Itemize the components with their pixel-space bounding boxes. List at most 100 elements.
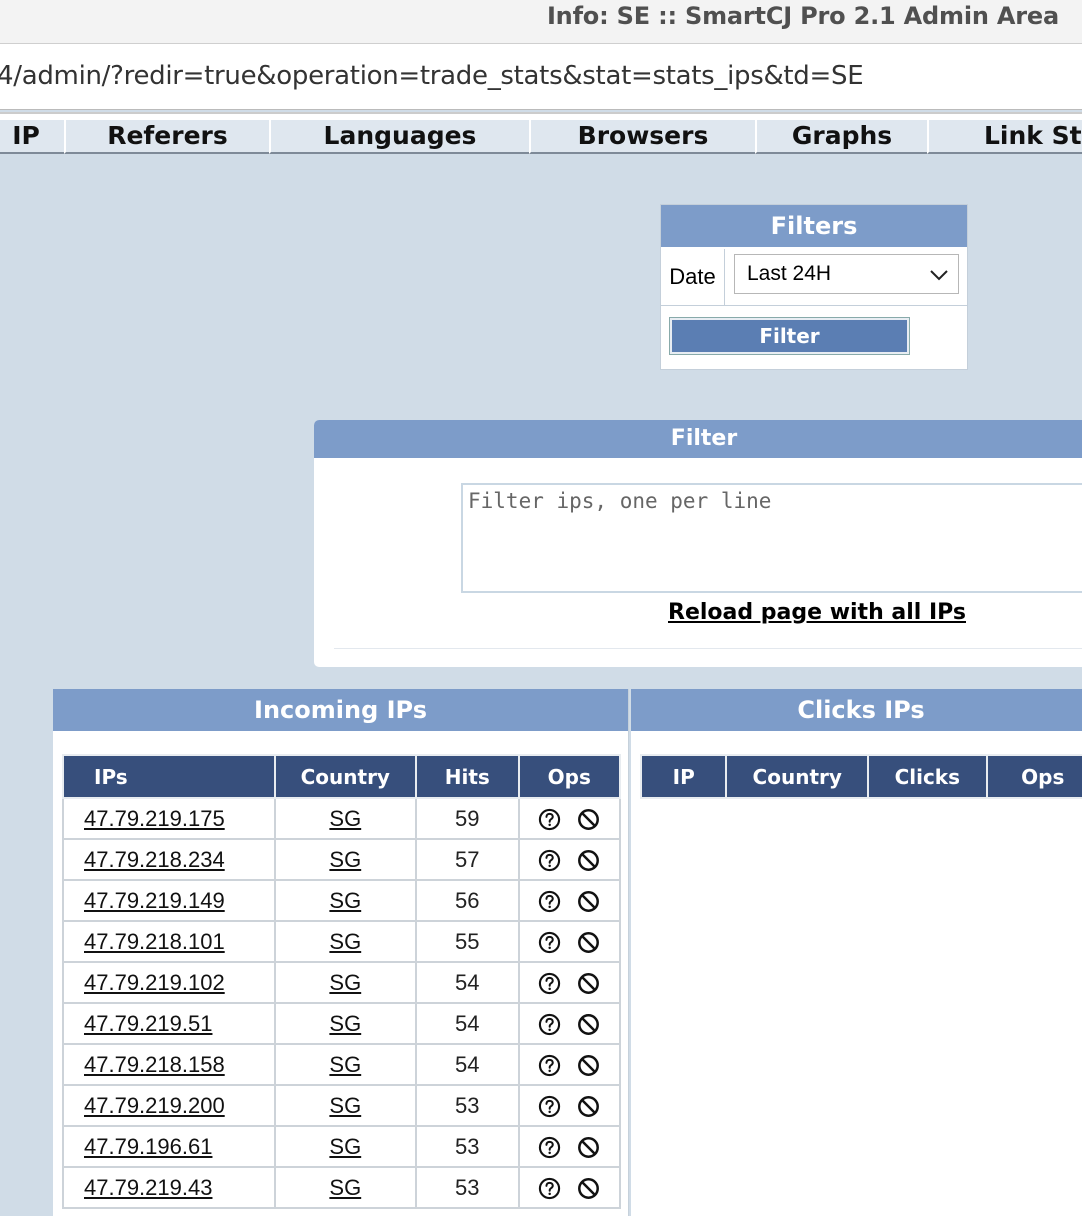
reload-all-ips-link[interactable]: Reload page with all IPs [668,600,966,625]
country-link[interactable]: SG [329,1011,361,1036]
question-circle-icon[interactable] [538,1054,561,1077]
table-row: 47.79.219.51 SG 54 [62,1002,622,1045]
question-circle-icon[interactable] [538,808,561,831]
country-link[interactable]: SG [329,929,361,954]
table-row: 47.79.219.102 SG 54 [62,961,622,1004]
hits-cell: 56 [415,879,520,922]
ip-cell: 47.79.196.61 [62,1125,276,1168]
address-url[interactable]: 4/admin/?redir=true&operation=trade_stat… [0,61,864,91]
ip-link[interactable]: 47.79.219.200 [84,1093,225,1118]
question-circle-icon[interactable] [538,931,561,954]
tab-ip[interactable]: IP [0,118,66,154]
ban-icon[interactable] [577,972,600,995]
country-link[interactable]: SG [329,1093,361,1118]
ban-icon[interactable] [577,1013,600,1036]
ban-icon[interactable] [577,1054,600,1077]
ip-link[interactable]: 47.79.219.175 [84,806,225,831]
hits-cell: 54 [415,1002,520,1045]
table-row: 47.79.219.43 SG 53 [62,1166,622,1209]
hits-cell: 53 [415,1084,520,1127]
column-header-country: Country [725,754,870,799]
column-header-ip: IP [639,754,728,799]
country-link[interactable]: SG [329,847,361,872]
country-cell: SG [273,838,418,881]
country-cell: SG [273,1043,418,1086]
filters-title: Filters [661,205,967,247]
hits-cell: 54 [415,961,520,1004]
ops-cell [517,961,622,1004]
ban-icon[interactable] [577,931,600,954]
column-header-hits: Hits [415,754,520,799]
hits-cell: 55 [415,920,520,963]
ip-link[interactable]: 47.79.218.158 [84,1052,225,1077]
filters-divider [661,305,967,306]
window-title-bar: Info: SE :: SmartCJ Pro 2.1 Admin Area [0,0,1082,44]
ban-icon[interactable] [577,1177,600,1200]
ip-link[interactable]: 47.79.218.101 [84,929,225,954]
tab-languages[interactable]: Languages [269,118,531,154]
country-link[interactable]: SG [329,1134,361,1159]
incoming-ips-table: IPs Country Hits Ops 47.79.219.175 SG 59… [62,754,622,1209]
question-circle-icon[interactable] [538,1177,561,1200]
ip-cell: 47.79.219.51 [62,1002,276,1045]
ip-link[interactable]: 47.79.196.61 [84,1134,212,1159]
country-link[interactable]: SG [329,888,361,913]
country-link[interactable]: SG [329,806,361,831]
ip-filter-textarea[interactable]: Filter ips, one per line [461,483,1082,593]
country-cell: SG [273,1125,418,1168]
ip-filter-divider [334,648,1082,649]
country-link[interactable]: SG [329,970,361,995]
ip-cell: 47.79.219.43 [62,1166,276,1209]
question-circle-icon[interactable] [538,1095,561,1118]
ops-cell [517,797,622,840]
tab-referers[interactable]: Referers [64,118,271,154]
ban-icon[interactable] [577,890,600,913]
hits-cell: 53 [415,1166,520,1209]
ip-cell: 47.79.219.149 [62,879,276,922]
stats-tabs: IP Referers Languages Browsers Graphs Li… [0,112,1082,154]
country-cell: SG [273,1084,418,1127]
incoming-ips-title: Incoming IPs [53,689,628,731]
question-circle-icon[interactable] [538,1136,561,1159]
ops-cell [517,1125,622,1168]
question-circle-icon[interactable] [538,1013,561,1036]
ip-link[interactable]: 47.79.219.51 [84,1011,212,1036]
table-row: 47.79.218.234 SG 57 [62,838,622,881]
ip-cell: 47.79.219.175 [62,797,276,840]
address-bar[interactable]: 4/admin/?redir=true&operation=trade_stat… [0,44,1082,110]
tab-browsers[interactable]: Browsers [529,118,757,154]
table-row: 47.79.219.149 SG 56 [62,879,622,922]
ip-link[interactable]: 47.79.218.234 [84,847,225,872]
date-select[interactable]: Last 24H [734,254,959,294]
clicks-ips-panel: Clicks IPs IP Country Clicks Ops [631,689,1082,1216]
country-link[interactable]: SG [329,1052,361,1077]
country-cell: SG [273,879,418,922]
ban-icon[interactable] [577,1136,600,1159]
hits-cell: 59 [415,797,520,840]
country-cell: SG [273,961,418,1004]
ban-icon[interactable] [577,849,600,872]
ip-cell: 47.79.218.158 [62,1043,276,1086]
question-circle-icon[interactable] [538,849,561,872]
ip-link[interactable]: 47.79.219.43 [84,1175,212,1200]
ban-icon[interactable] [577,1095,600,1118]
hits-cell: 57 [415,838,520,881]
ip-link[interactable]: 47.79.219.102 [84,970,225,995]
question-circle-icon[interactable] [538,972,561,995]
table-row: 47.79.218.101 SG 55 [62,920,622,963]
ops-cell [517,879,622,922]
tab-link-stats[interactable]: Link Sta [927,118,1082,154]
ban-icon[interactable] [577,808,600,831]
country-link[interactable]: SG [329,1175,361,1200]
tab-graphs[interactable]: Graphs [755,118,929,154]
ip-link[interactable]: 47.79.219.149 [84,888,225,913]
date-select-value: Last 24H [747,262,832,285]
question-circle-icon[interactable] [538,890,561,913]
filters-panel: Filters Date Last 24H Filter [660,204,968,370]
ip-cell: 47.79.218.101 [62,920,276,963]
filter-button[interactable]: Filter [669,317,910,355]
chevron-down-icon [930,270,948,281]
country-cell: SG [273,797,418,840]
ops-cell [517,1166,622,1209]
ops-cell [517,1043,622,1086]
